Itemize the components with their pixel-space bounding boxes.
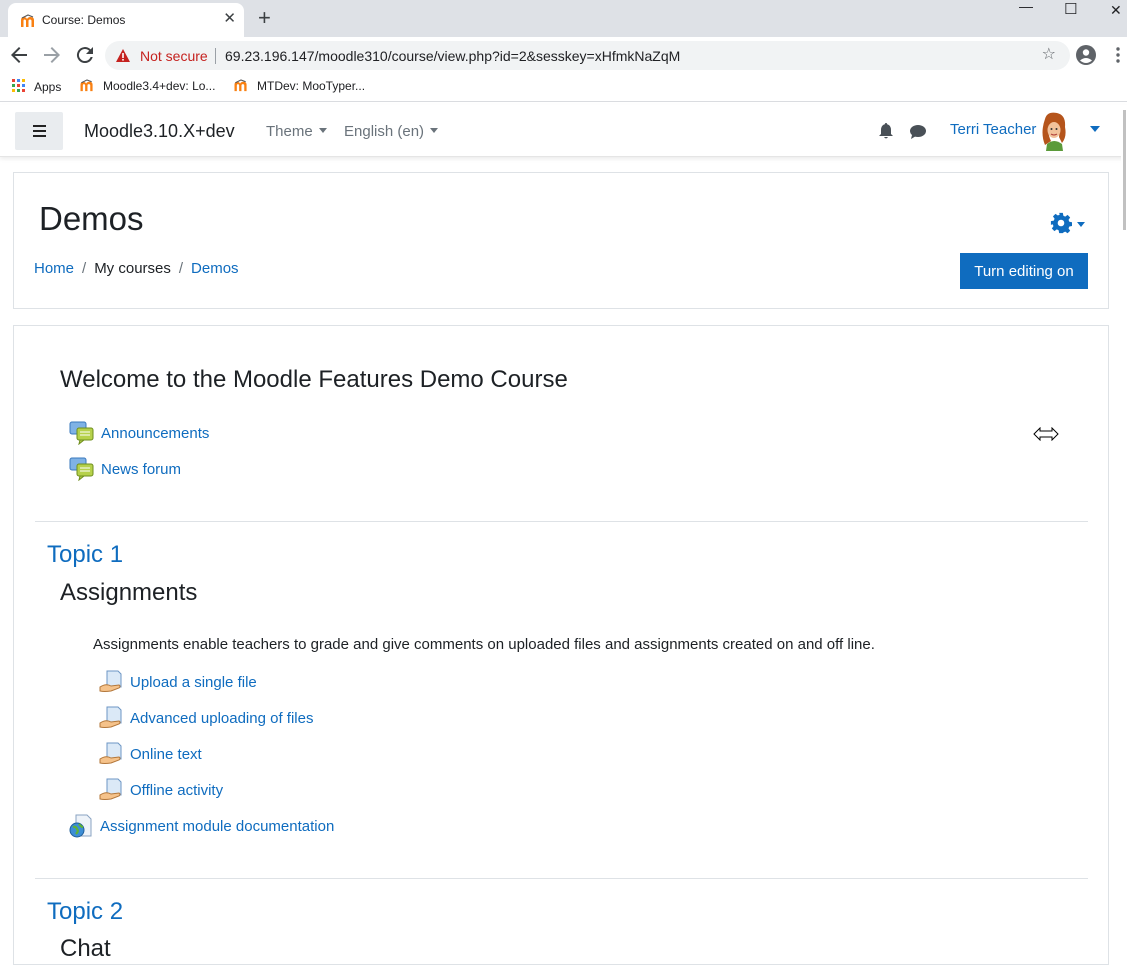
close-window-button[interactable]: ✕ <box>1110 2 1122 19</box>
breadcrumb-demos[interactable]: Demos <box>191 260 239 277</box>
assignment-icon <box>99 670 122 692</box>
activity-upload-single-file[interactable]: Upload a single file <box>99 670 257 694</box>
bookmark-label: MTDev: MooTyper... <box>257 79 366 93</box>
assignment-icon <box>99 742 122 764</box>
url-text[interactable]: 69.23.196.147/moodle310/course/view.php?… <box>225 48 680 64</box>
chat-icon[interactable] <box>909 124 927 140</box>
browser-tab[interactable]: Course: Demos ✕ <box>8 3 244 37</box>
section-divider <box>35 521 1088 522</box>
activity-label: Announcements <box>101 424 210 442</box>
activity-online-text[interactable]: Online text <box>99 742 202 766</box>
activity-announcements[interactable]: Announcements <box>69 421 209 445</box>
topic-2-title: Chat <box>60 935 111 962</box>
activity-advanced-uploading[interactable]: Advanced uploading of files <box>99 706 313 730</box>
breadcrumb-my-courses: My courses <box>94 260 171 277</box>
assignment-icon <box>99 706 122 728</box>
user-menu-caret-icon[interactable] <box>1090 126 1100 132</box>
welcome-section-title: Welcome to the Moodle Features Demo Cour… <box>60 366 568 393</box>
account-icon[interactable] <box>1076 45 1096 65</box>
new-tab-button[interactable]: + <box>258 6 271 30</box>
topic-2-link[interactable]: Topic 2 <box>47 898 123 926</box>
scrollbar-track <box>1121 105 1127 945</box>
moodle-favicon <box>21 14 34 27</box>
forum-icon <box>69 457 94 481</box>
activity-label: Online text <box>130 745 202 763</box>
star-icon[interactable]: ☆ <box>1042 47 1056 63</box>
activity-label: Assignment module documentation <box>100 817 335 835</box>
moodle-favicon <box>234 79 247 92</box>
bookmark-moodle34[interactable]: Moodle3.4+dev: Lo... <box>79 79 215 93</box>
back-arrow-icon[interactable] <box>7 43 31 67</box>
section-divider <box>35 878 1088 879</box>
site-brand[interactable]: Moodle3.10.X+dev <box>84 121 235 142</box>
activity-assignment-docs[interactable]: Assignment module documentation <box>69 814 334 838</box>
apps-icon <box>12 79 25 92</box>
avatar[interactable] <box>1035 111 1073 151</box>
theme-menu[interactable]: Theme <box>266 123 327 140</box>
security-label[interactable]: Not secure <box>140 48 208 64</box>
page-title: Demos <box>39 200 144 237</box>
tab-close-icon[interactable]: ✕ <box>223 11 236 27</box>
chevron-down-icon <box>430 128 439 133</box>
language-menu[interactable]: English (en) <box>344 123 439 140</box>
topic-1-title: Assignments <box>60 579 198 606</box>
warning-icon <box>116 49 130 62</box>
tab-title: Course: Demos <box>42 13 126 27</box>
breadcrumb-separator: / <box>82 260 87 277</box>
course-content: Welcome to the Moodle Features Demo Cour… <box>13 325 1109 965</box>
language-menu-label: English (en) <box>344 123 425 140</box>
activity-label: News forum <box>101 460 182 478</box>
chevron-down-icon <box>318 128 327 133</box>
address-bar[interactable]: Not secure 69.23.196.147/moodle310/cours… <box>105 41 1070 70</box>
breadcrumb-home[interactable]: Home <box>34 260 74 277</box>
theme-menu-label: Theme <box>266 123 313 140</box>
topic-1-link[interactable]: Topic 1 <box>47 541 123 569</box>
chevron-down-icon[interactable] <box>1077 222 1085 227</box>
url-separator <box>215 48 216 64</box>
scrollbar-thumb[interactable] <box>1123 110 1126 230</box>
page-header: Demos Home / My courses / Demos Turn editing… <box>13 172 1109 309</box>
breadcrumb-separator: / <box>178 260 184 277</box>
activity-label: Upload a single file <box>130 673 257 691</box>
moodle-favicon <box>80 79 93 92</box>
minimize-button[interactable]: — <box>1019 0 1033 14</box>
menu-dots-icon[interactable] <box>1115 47 1121 63</box>
maximize-button[interactable]: ☐ <box>1064 0 1077 18</box>
reload-icon[interactable] <box>73 43 97 67</box>
url-icon <box>69 814 92 838</box>
topic-1-summary: Assignments enable teachers to grade and… <box>93 636 875 653</box>
bookmarks-bar: Apps Moodle3.4+dev: Lo... MTDev: MooType… <box>0 73 1127 102</box>
browser-tabstrip: Course: Demos ✕ + — ☐ ✕ <box>0 0 1127 37</box>
hamburger-icon[interactable] <box>15 112 63 150</box>
turn-editing-on-button[interactable]: Turn editing on <box>960 253 1088 289</box>
bookmark-apps[interactable]: Apps <box>12 79 61 94</box>
activity-label: Advanced uploading of files <box>130 709 314 727</box>
bookmark-label: Apps <box>34 80 62 94</box>
activity-label: Offline activity <box>130 781 224 799</box>
moodle-navbar: Moodle3.10.X+dev Theme English (en) Terr… <box>0 105 1127 157</box>
bookmark-label: Moodle3.4+dev: Lo... <box>103 79 216 93</box>
forward-arrow-icon[interactable] <box>40 43 64 67</box>
gear-icon[interactable] <box>1050 212 1072 234</box>
bookmark-mtdev[interactable]: MTDev: MooTyper... <box>233 79 365 93</box>
activity-news-forum[interactable]: News forum <box>69 457 181 481</box>
assignment-icon <box>99 778 122 800</box>
activity-offline-activity[interactable]: Offline activity <box>99 778 223 802</box>
breadcrumb: Home / My courses / Demos <box>34 260 239 277</box>
forum-icon <box>69 421 94 445</box>
resize-cursor-icon <box>1033 427 1059 441</box>
browser-toolbar: Not secure 69.23.196.147/moodle310/cours… <box>0 37 1127 73</box>
user-menu-name[interactable]: Terri Teacher <box>950 121 1036 138</box>
bell-icon[interactable] <box>878 122 894 140</box>
